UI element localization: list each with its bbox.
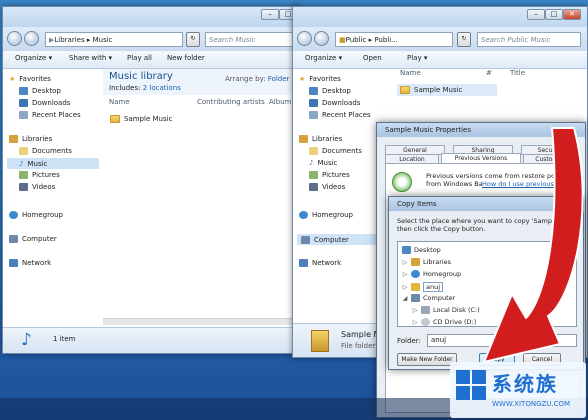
red-arrow-annotation bbox=[483, 127, 584, 363]
watermark-url: WWW.XITONGZU.COM bbox=[492, 400, 571, 408]
watermark-logo: 系统族 WWW.XITONGZU.COM bbox=[450, 362, 586, 418]
watermark-brand: 系统族 bbox=[492, 372, 558, 396]
windows-logo-icon bbox=[456, 370, 486, 400]
